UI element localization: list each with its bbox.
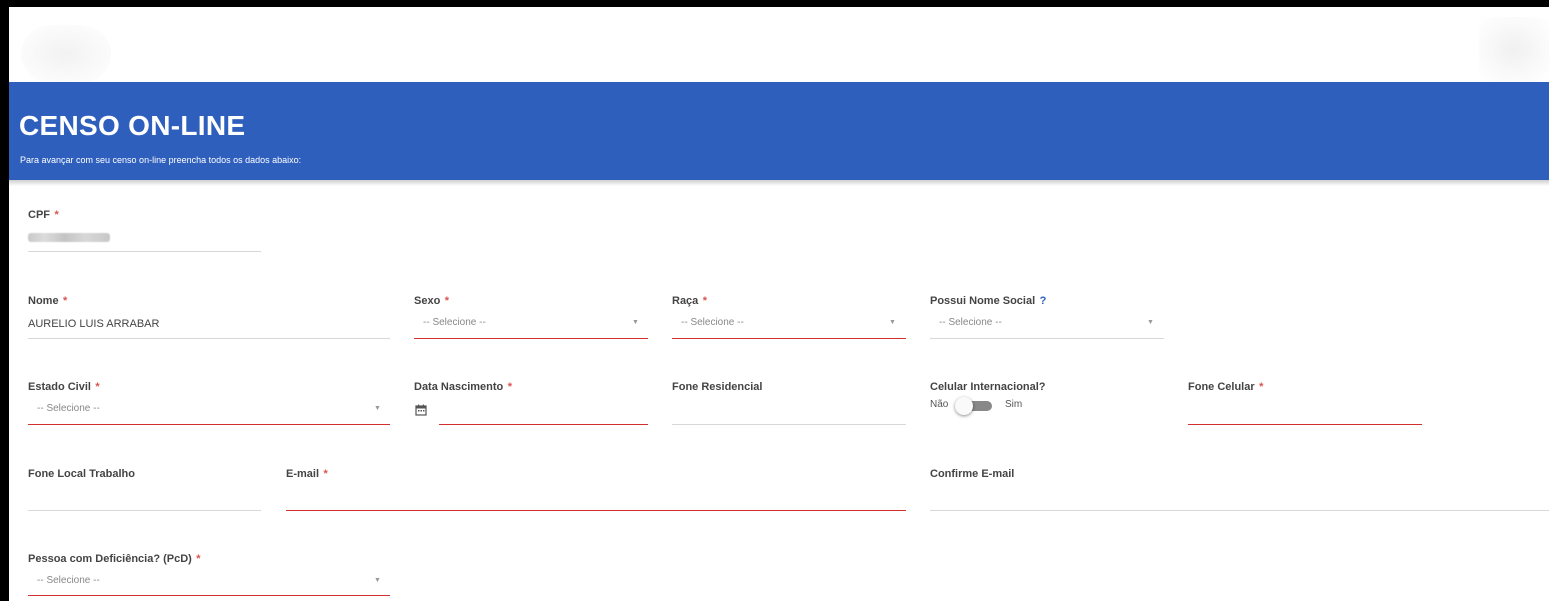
fone-celular-label: Fone Celular — [1188, 381, 1255, 393]
toggle-on-label: Sim — [1005, 399, 1023, 410]
fone-trabalho-field-label: Fone Local Trabalho — [28, 464, 135, 482]
calendar-icon[interactable] — [415, 404, 427, 419]
fone-celular-field-label: Fone Celular * — [1188, 377, 1263, 395]
nome-social-select-value: -- Selecione -- — [939, 317, 1002, 328]
email-label: E-mail — [286, 468, 320, 480]
required-mark: * — [63, 295, 68, 307]
chevron-down-icon[interactable]: ▼ — [374, 405, 381, 412]
confirme-email-label: Confirme E-mail — [930, 468, 1015, 480]
page-title: CENSO ON-LINE — [19, 110, 246, 141]
top-bar — [9, 7, 1549, 83]
data-nascimento-field-label: Data Nascimento * — [414, 377, 512, 395]
confirme-email-field-label: Confirme E-mail — [930, 464, 1014, 482]
required-mark: * — [54, 209, 59, 221]
estado-civil-field-label: Estado Civil * — [28, 377, 100, 395]
help-icon[interactable]: ? — [1040, 295, 1047, 307]
required-mark: * — [196, 553, 201, 565]
page-banner: CENSO ON-LINE Para avançar com seu censo… — [9, 82, 1549, 180]
estado-civil-label: Estado Civil — [28, 381, 91, 393]
chevron-down-icon[interactable]: ▼ — [374, 577, 381, 584]
cpf-field-label: CPF * — [28, 205, 59, 223]
fone-residencial-label: Fone Residencial — [672, 381, 763, 393]
nome-social-label: Possui Nome Social — [930, 295, 1036, 307]
fone-residencial-field-label: Fone Residencial — [672, 377, 762, 395]
page-subtitle: Para avançar com seu censo on-line preen… — [20, 155, 302, 165]
data-nascimento-input[interactable] — [439, 424, 648, 425]
raca-field-label: Raça * — [672, 291, 707, 309]
celular-internacional-label: Celular Internacional? — [930, 381, 1046, 393]
nome-field-label: Nome * — [28, 291, 67, 309]
required-mark: * — [95, 381, 100, 393]
cpf-masked-value — [28, 233, 110, 242]
sexo-label: Sexo — [414, 295, 441, 307]
toggle-off-label: Não — [930, 399, 949, 410]
cpf-label: CPF — [28, 209, 50, 221]
fone-trabalho-input[interactable] — [28, 510, 261, 511]
raca-select[interactable] — [672, 338, 906, 339]
estado-civil-select-value: -- Selecione -- — [37, 403, 100, 414]
pcd-label: Pessoa com Deficiência? (PcD) — [28, 553, 192, 565]
email-field-label: E-mail * — [286, 464, 328, 482]
sexo-select-value: -- Selecione -- — [423, 317, 486, 328]
toggle-knob[interactable] — [955, 397, 973, 415]
required-mark: * — [507, 381, 512, 393]
celular-internacional-field-label: Celular Internacional? — [930, 377, 1046, 395]
logo — [21, 25, 111, 83]
confirme-email-input[interactable] — [930, 510, 1549, 511]
chevron-down-icon[interactable]: ▼ — [1147, 319, 1154, 326]
pcd-field-label: Pessoa com Deficiência? (PcD) * — [28, 549, 201, 567]
nome-social-select[interactable] — [930, 338, 1164, 339]
required-mark: * — [1259, 381, 1264, 393]
raca-select-value: -- Selecione -- — [681, 317, 744, 328]
pcd-select[interactable] — [28, 595, 390, 596]
fone-celular-input[interactable] — [1188, 424, 1422, 425]
raca-label: Raça — [672, 295, 699, 307]
required-mark: * — [323, 468, 328, 480]
required-mark: * — [702, 295, 708, 307]
top-right-image — [1479, 17, 1549, 82]
cpf-input[interactable] — [28, 251, 261, 252]
banner-shadow — [9, 180, 1549, 186]
pcd-select-value: -- Selecione -- — [37, 575, 100, 586]
sexo-select[interactable] — [414, 338, 648, 339]
nome-value: AURELIO LUIS ARRABAR — [28, 318, 160, 330]
data-nascimento-label: Data Nascimento — [414, 381, 504, 393]
nome-label: Nome — [28, 295, 59, 307]
estado-civil-select[interactable] — [28, 424, 390, 425]
nome-social-field-label: Possui Nome Social ? — [930, 291, 1046, 309]
sexo-field-label: Sexo * — [414, 291, 449, 309]
fone-trabalho-label: Fone Local Trabalho — [28, 468, 135, 480]
required-mark: * — [444, 295, 450, 307]
email-input[interactable] — [286, 510, 906, 511]
chevron-down-icon[interactable]: ▼ — [632, 319, 639, 326]
nome-input[interactable] — [28, 338, 390, 339]
chevron-down-icon[interactable]: ▼ — [889, 319, 896, 326]
fone-residencial-input[interactable] — [672, 424, 906, 425]
